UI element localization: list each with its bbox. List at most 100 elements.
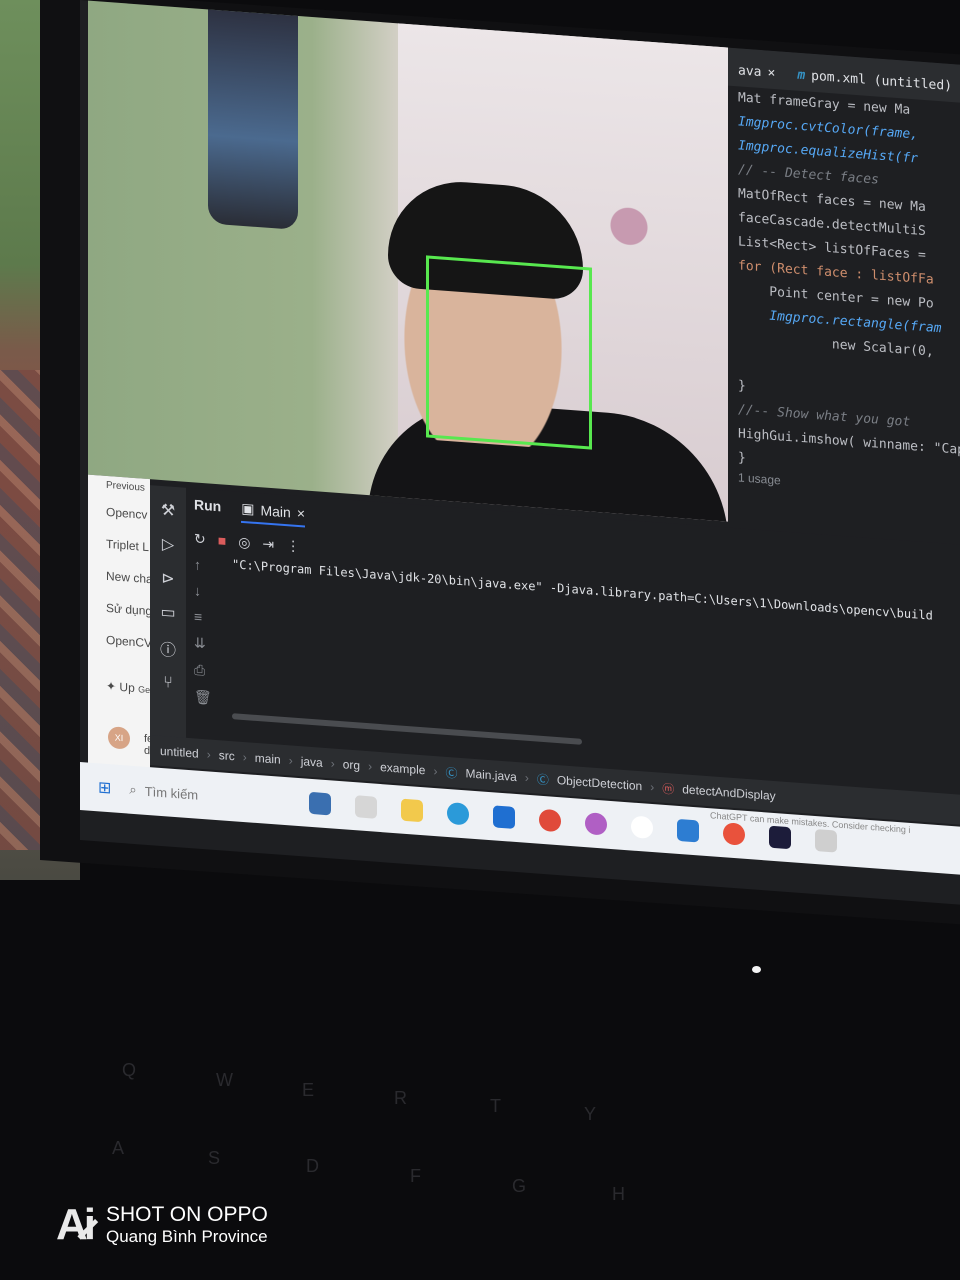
breadcrumb-item[interactable]: detectAndDisplay: [682, 782, 775, 803]
tab-main[interactable]: ▣ Main ×: [241, 499, 305, 528]
editor-tab-java[interactable]: ava ×: [734, 63, 779, 89]
breadcrumb-item[interactable]: untitled: [160, 744, 199, 761]
hanging-clothes: [208, 3, 298, 231]
windows-start-icon[interactable]: ⊞: [98, 777, 111, 798]
chatgpt-icon[interactable]: [631, 815, 654, 840]
watermark-text: SHOT ON OPPO Quang Bình Province: [106, 1203, 268, 1247]
editor-tab-label: pom.xml (untitled): [811, 68, 953, 95]
editor-tab-label: ava: [738, 63, 762, 81]
watermark-line1: SHOT ON OPPO: [106, 1203, 268, 1226]
breadcrumb-item[interactable]: src: [219, 748, 235, 763]
chrome-icon[interactable]: [539, 808, 562, 833]
stop-icon[interactable]: ■: [218, 532, 226, 550]
soft-wrap-icon[interactable]: ≡: [194, 608, 212, 625]
close-icon[interactable]: ×: [767, 65, 775, 81]
run-title: Run: [194, 496, 222, 515]
chat-history-item[interactable]: Sử dụng: [88, 591, 150, 628]
keyboard-key: E: [302, 1080, 315, 1100]
chat-history-item[interactable]: Triplet L: [88, 527, 150, 564]
search-placeholder: Tìm kiếm: [144, 783, 199, 803]
problems-icon[interactable]: ⓘ: [160, 636, 176, 661]
chevron-right-icon: ›: [368, 759, 373, 774]
horizontal-scrollbar[interactable]: [232, 713, 582, 745]
keyboard-key: D: [306, 1156, 319, 1176]
watermark-line2: Quang Bình Province: [106, 1227, 268, 1246]
more-icon[interactable]: ⋮: [286, 537, 300, 555]
console-tools: ↑ ↓ ≡ ⇊ ⎙ 🗑: [194, 556, 212, 706]
arrow-up-icon[interactable]: ↑: [194, 556, 212, 573]
breadcrumb-item[interactable]: main: [255, 751, 281, 767]
hammer-icon[interactable]: ⚒: [161, 500, 175, 521]
webcam-capture-window: [88, 0, 728, 522]
sparkle-icon: ✦: [106, 678, 117, 694]
git-icon[interactable]: ⑂: [163, 674, 173, 693]
chat-history-item[interactable]: New cha: [88, 559, 150, 596]
chrome-profile-icon[interactable]: [723, 822, 746, 846]
rerun-icon[interactable]: ↻: [194, 530, 206, 548]
breadcrumb-item[interactable]: org: [343, 757, 360, 772]
keyboard-key: F: [410, 1166, 421, 1186]
close-icon[interactable]: ×: [297, 504, 305, 521]
chevron-right-icon: ›: [288, 753, 293, 768]
breadcrumb-item[interactable]: Main.java: [465, 766, 516, 784]
tool-sidebar: ⚒ ▷ ⊳ ▭ ⓘ ⑂: [150, 485, 186, 752]
run-config-icon: ▣: [241, 499, 255, 517]
keyboard-key: Y: [584, 1104, 597, 1124]
paint-icon[interactable]: [585, 812, 608, 836]
maven-icon: m: [797, 67, 806, 84]
file-explorer-icon[interactable]: [401, 798, 424, 823]
java-icon[interactable]: [815, 829, 838, 853]
keyboard-key: R: [394, 1088, 407, 1108]
intellij-icon[interactable]: [769, 825, 792, 850]
breadcrumb-item[interactable]: java: [301, 754, 323, 770]
keyboard-key: W: [216, 1070, 233, 1090]
chat-sidebar: Previous Opencv Triplet L New cha Sử dụn…: [88, 474, 156, 780]
chevron-right-icon: ›: [433, 763, 438, 779]
keyboard-key: Q: [122, 1060, 137, 1080]
keyboard-key: G: [512, 1176, 527, 1196]
keyboard-key: H: [612, 1184, 625, 1204]
power-led: [752, 966, 761, 973]
keyboard-key: A: [112, 1138, 125, 1158]
class-icon: Ⓒ: [536, 772, 549, 787]
keyboard-key: S: [208, 1148, 221, 1168]
breadcrumb-item[interactable]: example: [380, 760, 425, 777]
taskbar-search[interactable]: ⌕ Tìm kiếm: [129, 782, 299, 810]
task-view-icon[interactable]: [355, 795, 378, 819]
terminal-icon[interactable]: ▭: [160, 602, 175, 623]
chevron-right-icon: ›: [524, 770, 529, 785]
trash-icon[interactable]: 🗑: [194, 688, 212, 706]
breadcrumb-item[interactable]: ObjectDetection: [557, 773, 642, 793]
method-icon: ⓜ: [662, 781, 675, 797]
arrow-down-icon[interactable]: ↓: [194, 582, 212, 599]
chat-history-item[interactable]: Opencv: [88, 495, 150, 532]
upgrade-label: Up: [119, 679, 135, 696]
face-detection-box: [426, 255, 592, 450]
camera-icon[interactable]: ◎: [238, 534, 250, 552]
exit-icon[interactable]: ⇥: [262, 535, 274, 553]
vscode-icon[interactable]: [677, 818, 700, 843]
upgrade-item[interactable]: ✦ Up Ge: [88, 669, 150, 706]
run-toolbar: ↻ ■ ◎ ⇥ ⋮: [194, 530, 300, 555]
chevron-right-icon: ›: [330, 756, 335, 771]
chevron-right-icon: ›: [242, 749, 247, 765]
print-icon[interactable]: ⎙: [194, 661, 212, 679]
console-output[interactable]: "C:\Program Files\Java\jdk-20\bin\java.e…: [232, 557, 960, 625]
tab-main-label: Main: [260, 501, 291, 520]
mail-icon[interactable]: [493, 805, 516, 829]
widget-icon[interactable]: [309, 791, 332, 816]
avatar[interactable]: XI: [108, 726, 130, 750]
class-icon: Ⓒ: [445, 765, 458, 781]
chevron-right-icon: ›: [650, 779, 655, 795]
search-icon: ⌕: [129, 781, 137, 798]
upgrade-sub-label: Ge: [138, 684, 150, 696]
code-editor[interactable]: ava × m pom.xml (untitled) Mat frameGray…: [728, 47, 960, 577]
edge-icon[interactable]: [447, 801, 470, 826]
run-header: Run ▣ Main ×: [194, 496, 305, 528]
camera-watermark: A̷i SHOT ON OPPO Quang Bình Province: [56, 1200, 268, 1250]
services-icon[interactable]: ⊳: [161, 568, 174, 589]
laptop-screen: ava × m pom.xml (untitled) Mat frameGray…: [80, 0, 960, 907]
chat-history-item[interactable]: OpenCV: [88, 623, 150, 660]
scroll-to-end-icon[interactable]: ⇊: [194, 634, 212, 652]
run-icon[interactable]: ▷: [162, 534, 174, 555]
